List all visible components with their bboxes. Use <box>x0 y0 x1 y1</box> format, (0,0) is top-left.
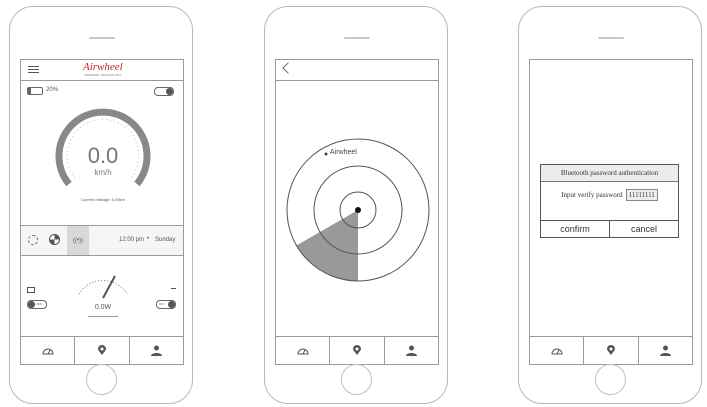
location-icon <box>97 345 106 355</box>
mileage-label: Current mileage: 0.00km <box>81 197 125 202</box>
radar-screen: Airwheel <box>275 59 439 365</box>
tab-dashboard[interactable] <box>21 337 76 364</box>
tab-profile[interactable] <box>130 337 183 364</box>
tab-bar <box>530 336 692 364</box>
brand-logo: Airwheel <box>83 61 123 73</box>
speaker <box>598 37 624 39</box>
user-icon <box>659 345 671 356</box>
clock-time: 12:00 pm <box>119 237 145 243</box>
battery-icon <box>27 87 43 95</box>
speaker <box>89 37 115 39</box>
power-value: 0.0W <box>94 304 112 311</box>
password-input[interactable]: 11111111 <box>625 188 658 201</box>
tab-profile[interactable] <box>639 337 692 364</box>
cancel-button[interactable]: cancel <box>610 221 678 237</box>
header: Airwheel AIRWHEEL TECHNOLOGY <box>21 60 183 81</box>
tab-dashboard[interactable] <box>276 337 331 364</box>
tab-bar <box>21 336 183 364</box>
control-strip: ((•)) 12:00 pm • Sunday <box>21 225 183 256</box>
left-toggle-label <box>27 287 35 293</box>
separator-dot: • <box>147 236 150 242</box>
dialog-buttons: confirm cancel <box>541 220 678 237</box>
speedometer-icon <box>42 348 54 354</box>
battery-percent: 20% <box>46 87 59 93</box>
confirm-button[interactable]: confirm <box>541 221 610 237</box>
tab-bar <box>276 336 438 364</box>
power-underline <box>88 316 118 317</box>
dashboard-screen: Airwheel AIRWHEEL TECHNOLOGY 20% 0.0 km/… <box>20 59 184 365</box>
speed-value: 0.0 <box>87 143 119 168</box>
home-button[interactable] <box>86 364 117 395</box>
password-row: Input verify password 11111111 <box>541 182 678 207</box>
phone-dashboard: Airwheel AIRWHEEL TECHNOLOGY 20% 0.0 km/… <box>9 6 193 404</box>
speedometer-icon <box>297 348 309 354</box>
tab-location[interactable] <box>330 337 385 364</box>
settings-icon[interactable] <box>28 235 38 245</box>
phone-radar: Airwheel <box>264 6 448 404</box>
tab-location[interactable] <box>584 337 639 364</box>
home-button[interactable] <box>595 364 626 395</box>
right-toggle-text: ON <box>159 302 164 306</box>
tab-location[interactable] <box>75 337 130 364</box>
password-dialog: Bluetooth password authentication Input … <box>540 164 679 238</box>
light-toggle[interactable] <box>154 87 174 96</box>
radar-view <box>286 138 430 282</box>
speaker <box>344 37 370 39</box>
home-button[interactable] <box>341 364 372 395</box>
signal-icon[interactable]: ((•)) <box>67 226 89 255</box>
speedometer-icon <box>551 348 563 354</box>
user-icon <box>405 345 417 356</box>
left-toggle[interactable]: OFF <box>27 300 47 309</box>
menu-icon[interactable] <box>28 66 39 73</box>
dialog-title: Bluetooth password authentication <box>541 165 678 182</box>
phone-bluetooth-auth: Bluetooth password authentication Input … <box>518 6 702 404</box>
password-label: Input verify password <box>561 190 623 199</box>
device-label[interactable]: Airwheel <box>330 149 357 156</box>
brand-subtitle: AIRWHEEL TECHNOLOGY <box>84 73 122 77</box>
tab-dashboard[interactable] <box>530 337 585 364</box>
pie-icon[interactable] <box>49 234 60 245</box>
left-toggle-text: OFF <box>36 302 42 306</box>
back-icon[interactable] <box>282 62 294 74</box>
tab-profile[interactable] <box>385 337 438 364</box>
header <box>276 60 438 81</box>
location-icon <box>352 345 361 355</box>
user-icon <box>150 345 162 356</box>
day-label: Sunday <box>155 237 176 243</box>
auth-screen: Bluetooth password authentication Input … <box>529 59 693 365</box>
right-toggle-label <box>171 288 176 292</box>
right-toggle[interactable]: ON <box>156 300 176 309</box>
location-icon <box>606 345 615 355</box>
speed-unit: km/h <box>94 168 112 177</box>
power-gauge <box>78 275 128 299</box>
